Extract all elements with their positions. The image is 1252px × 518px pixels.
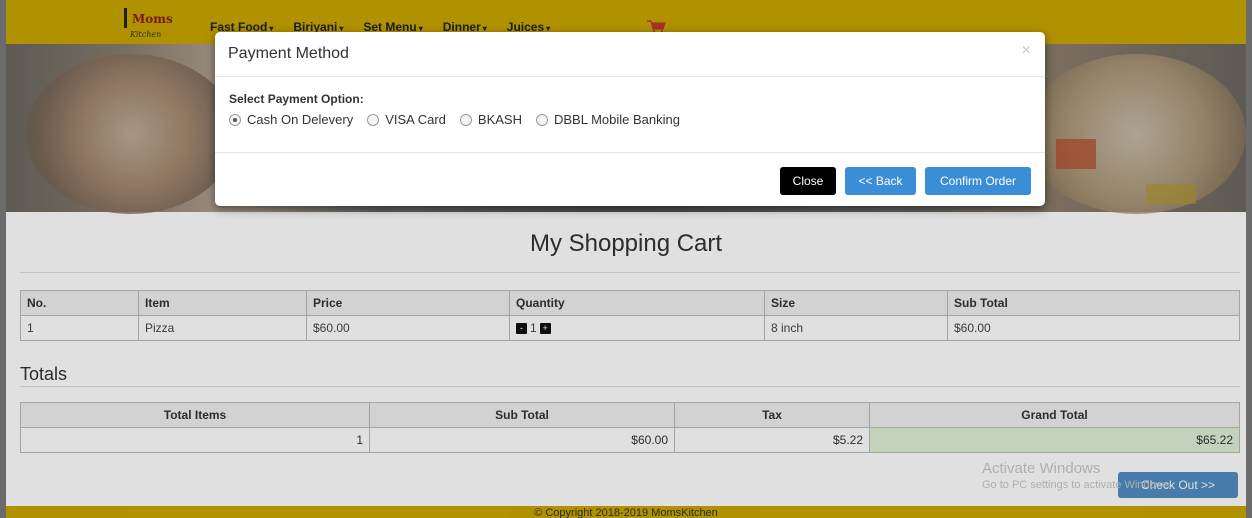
radio-button[interactable] [367, 113, 380, 126]
close-icon[interactable]: × [1022, 42, 1031, 60]
option-label: BKASH [477, 112, 522, 127]
confirm-order-button[interactable]: Confirm Order [925, 167, 1031, 195]
payment-option-dbbl[interactable]: DBBL Mobile Banking [536, 112, 680, 127]
payment-option-bkash[interactable]: BKASH [459, 112, 522, 127]
modal-title: Payment Method [228, 45, 349, 62]
option-label: VISA Card [385, 112, 446, 127]
payment-modal: Payment Method × Select Payment Option: … [215, 32, 1045, 206]
payment-options: Cash On Delevery VISA Card BKASH DBBL Mo… [229, 112, 680, 127]
radio-button[interactable] [229, 113, 241, 126]
radio-button[interactable] [459, 113, 472, 126]
option-label: DBBL Mobile Banking [554, 112, 680, 127]
option-label: Cash On Delevery [247, 112, 354, 127]
modal-body: Select Payment Option: Cash On Delevery … [215, 76, 1045, 152]
radio-button[interactable] [536, 113, 548, 126]
payment-option-cash[interactable]: Cash On Delevery [229, 112, 353, 127]
close-button[interactable]: Close [780, 167, 836, 195]
modal-footer: Close << Back Confirm Order [215, 152, 1045, 207]
back-button[interactable]: << Back [845, 167, 916, 195]
modal-header: Payment Method × [215, 32, 1045, 77]
payment-option-label: Select Payment Option: [229, 92, 364, 106]
payment-option-visa[interactable]: VISA Card [367, 112, 446, 127]
